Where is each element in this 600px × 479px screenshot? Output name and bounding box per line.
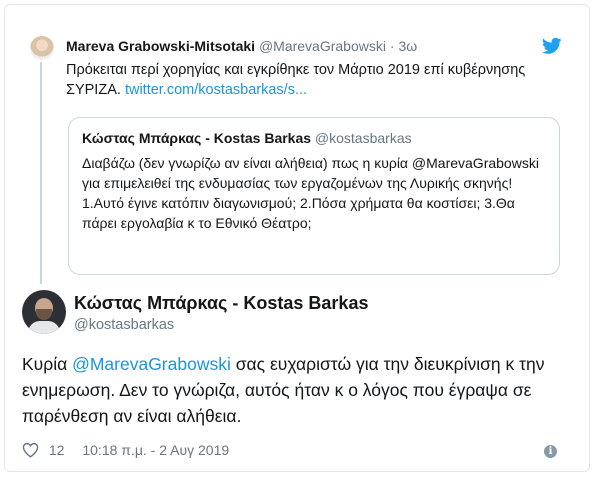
main-text-prefix: Κυρία xyxy=(22,354,73,374)
quoted-author-name: Κώστας Μπάρκας - Kostas Barkas xyxy=(82,130,312,146)
tweet-footer: 12 10:18 π.μ. - 2 Αυγ 2019 xyxy=(22,442,229,460)
main-tweet-text: Κυρία @MarevaGrabowski σας ευχαριστώ για… xyxy=(22,351,567,429)
tweet-timestamp[interactable]: 10:18 π.μ. - 2 Αυγ 2019 xyxy=(82,442,229,458)
parent-author-avatar[interactable] xyxy=(30,36,54,60)
avatar-shirt xyxy=(28,321,60,334)
like-count[interactable]: 12 xyxy=(49,442,65,458)
mention-link[interactable]: @MarevaGrabowski xyxy=(72,354,231,374)
quoted-author-handle: @kostasbarkas xyxy=(314,130,412,146)
parent-tweet-text: Πρόκειται περί χορηγίας και εγκρίθηκε το… xyxy=(66,60,536,100)
heart-icon[interactable] xyxy=(22,442,39,458)
parent-author-name[interactable]: Mareva Grabowski-Mitsotaki xyxy=(66,38,255,54)
quoted-tweet-header: Κώστας Μπάρκας - Kostas Barkas @kostasba… xyxy=(82,130,412,146)
main-author-avatar[interactable] xyxy=(22,290,66,334)
separator-dot: · xyxy=(389,38,395,54)
quoted-tweet-text: Διαβάζω (δεν γνωρίζω αν είναι αλήθεια) π… xyxy=(82,155,539,231)
main-author-handle[interactable]: @kostasbarkas xyxy=(74,317,174,333)
quoted-tweet[interactable]: Κώστας Μπάρκας - Kostas Barkas @kostasba… xyxy=(68,117,560,275)
thread-connector xyxy=(40,62,42,284)
info-icon[interactable]: i xyxy=(544,445,557,458)
parent-tweet-time[interactable]: 3ω xyxy=(398,38,417,54)
twitter-bird-icon[interactable] xyxy=(542,37,562,55)
avatar-beard xyxy=(36,309,52,320)
quoted-tweet-link[interactable]: twitter.com/kostasbarkas/s... xyxy=(125,82,307,98)
parent-tweet-header: Mareva Grabowski-Mitsotaki @MarevaGrabow… xyxy=(66,38,417,54)
main-author-name[interactable]: Κώστας Μπάρκας - Kostas Barkas xyxy=(74,293,368,314)
parent-author-handle[interactable]: @MarevaGrabowski xyxy=(259,38,386,54)
